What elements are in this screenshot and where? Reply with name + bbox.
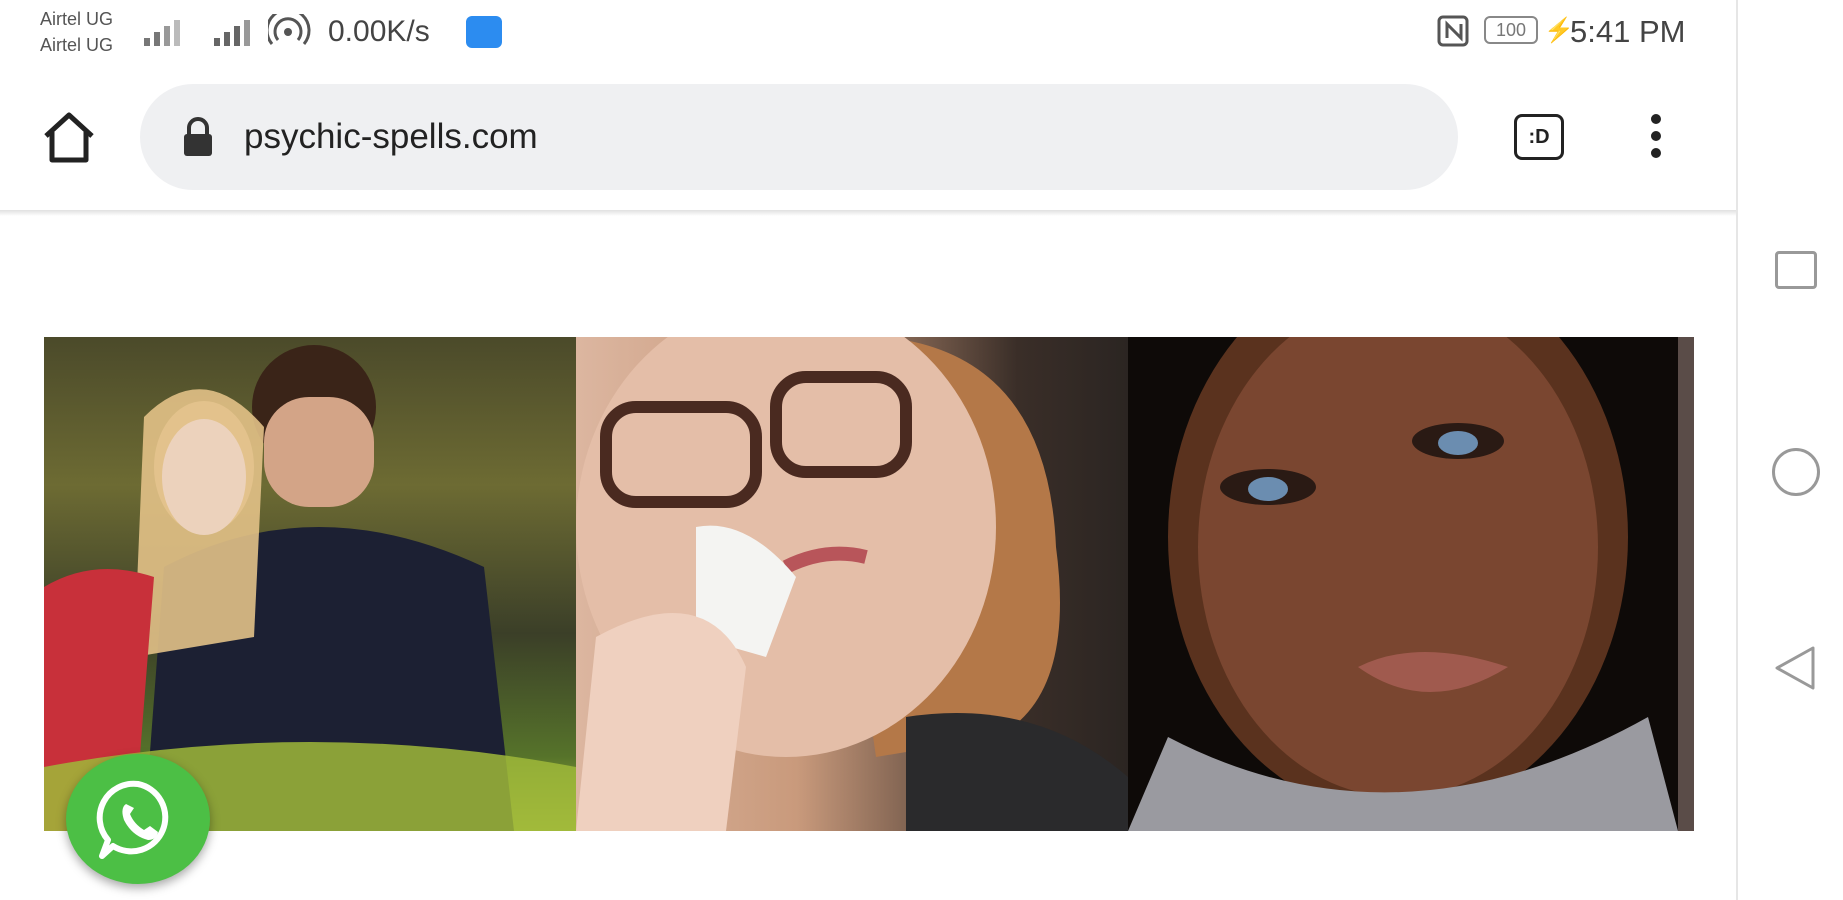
- status-bar: Airtel UG Airtel UG 0.00K/s 100 ⚡ 5:41 P…: [0, 0, 1736, 66]
- hotspot-icon: [268, 14, 311, 45]
- carrier-names: Airtel UG Airtel UG: [40, 6, 113, 58]
- photo-man-crying: [1128, 337, 1678, 831]
- more-vert-icon[interactable]: [1640, 114, 1672, 166]
- whatsapp-icon: [96, 780, 169, 859]
- carrier-1: Airtel UG: [40, 9, 114, 29]
- signal-icon: [144, 20, 180, 46]
- phone-screen: Airtel UG Airtel UG 0.00K/s 100 ⚡ 5:41 P…: [0, 0, 1736, 900]
- browser-toolbar: psychic-spells.com :D: [0, 66, 1736, 212]
- square-icon[interactable]: [1775, 251, 1817, 289]
- carrier-2: Airtel UG: [40, 35, 114, 55]
- tab-switcher-button[interactable]: :D: [1514, 114, 1564, 160]
- photo-woman-crying: [576, 337, 1128, 831]
- triangle-back-icon[interactable]: [1773, 644, 1817, 692]
- home-icon[interactable]: [40, 110, 98, 166]
- url-text[interactable]: psychic-spells.com: [244, 116, 538, 158]
- message-app-icon: [466, 16, 502, 48]
- hero-banner: [44, 337, 1694, 831]
- clock: 5:41 PM: [1570, 14, 1686, 49]
- whatsapp-button[interactable]: [66, 754, 210, 884]
- toolbar-shadow: [0, 210, 1736, 216]
- photo-edge: [1678, 337, 1694, 831]
- battery-indicator: 100: [1484, 16, 1538, 44]
- address-bar[interactable]: psychic-spells.com: [140, 84, 1458, 190]
- system-navigation-bar: [1736, 0, 1843, 900]
- signal-icon: [214, 20, 250, 46]
- circle-icon[interactable]: [1772, 448, 1820, 496]
- lock-icon[interactable]: [180, 116, 216, 158]
- nfc-icon: [1437, 15, 1469, 47]
- network-speed: 0.00K/s: [328, 15, 430, 48]
